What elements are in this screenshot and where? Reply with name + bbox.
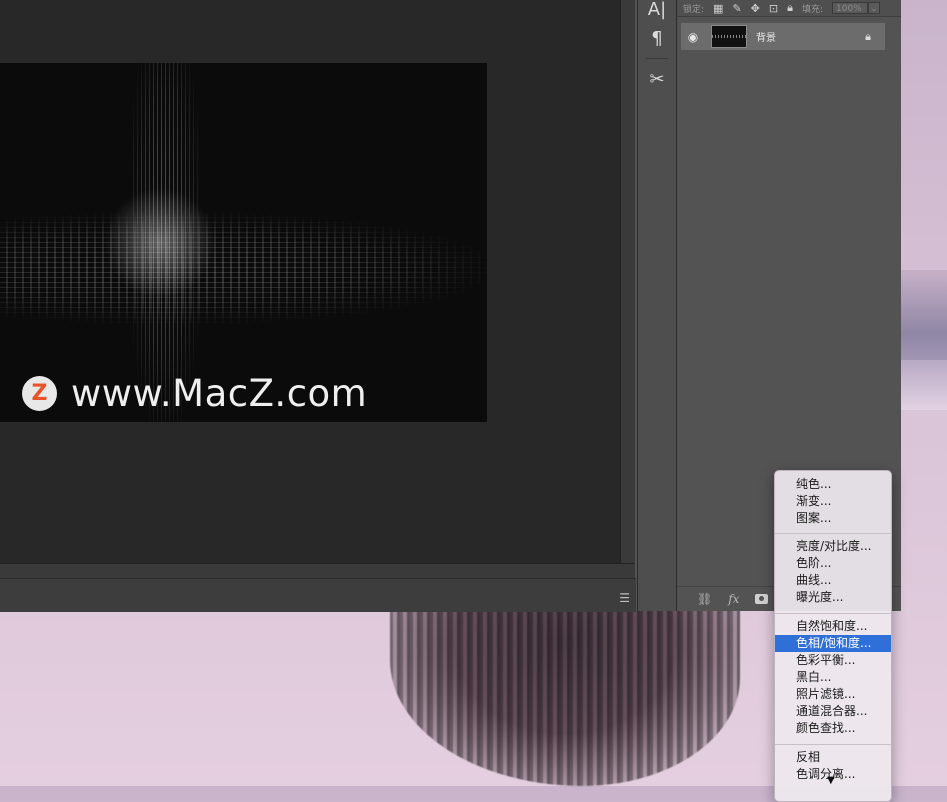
document-vertical-scrollbar[interactable] [620,0,635,578]
layer-thumbnail [711,25,747,48]
menu-separator [775,613,891,614]
layer-name[interactable]: 背景 [756,29,865,44]
add-mask-icon[interactable] [755,594,769,604]
paragraph-panel-button[interactable]: ¶ [638,25,676,51]
watermark: Z www.MacZ.com [22,371,368,415]
menu-item[interactable]: 渐变... [775,493,891,510]
document-horizontal-scrollbar[interactable] [0,563,634,579]
panel-tool-column: A| ¶ ✂ [637,0,677,611]
menu-separator [775,533,891,534]
image-horizontal-streaks [0,213,487,323]
document-area: Z www.MacZ.com [0,0,620,563]
menu-item[interactable]: 色彩平衡... [775,652,891,669]
menu-item[interactable]: 纯色... [775,476,891,493]
character-panel-button[interactable]: A| [638,0,676,22]
fill-dropdown-icon[interactable]: ⌄ [868,2,881,14]
watermark-text: www.MacZ.com [71,371,368,415]
lock-row: 锁定: ▦ ✎ ✥ ⊡ 🔒︎ 填充: 100% ⌄ [677,0,901,17]
menu-item[interactable]: 黑白... [775,669,891,686]
menu-item[interactable]: 色阶... [775,555,891,572]
lock-position-move-icon[interactable]: ✥ [751,2,760,15]
fill-input[interactable]: 100% [832,2,869,14]
lock-label: 锁定: [683,4,705,15]
adjustment-layer-menu: 色调分离... 反相 颜色查找... 通道混合器... 照片滤镜... 黑白... 色彩平衡… [774,470,892,802]
layer-lock-icon: 🔒︎ [865,29,871,43]
menu-separator [775,744,891,745]
link-layers-icon[interactable]: ⛓ [697,592,712,606]
menu-item[interactable]: 颜色查找... [775,720,891,737]
lock-transparent-icon[interactable]: ▦ [713,2,723,15]
watermark-logo-icon: Z [22,375,57,411]
image-center-glow [100,183,220,303]
document-status-bar: ☰ [0,578,636,612]
menu-item[interactable]: 反相 [775,749,891,766]
desktop-rock [390,606,740,786]
eye-visibility-icon[interactable]: ◉ [681,30,705,44]
menu-item[interactable]: 照片滤镜... [775,686,891,703]
tool-separator [646,58,668,59]
lock-image-brush-icon[interactable]: ✎ [732,2,741,15]
lock-artboard-icon[interactable]: ⊡ [769,2,778,15]
menu-item[interactable]: 色相/饱和度... [775,635,891,652]
canvas-image[interactable] [0,63,487,422]
menu-item[interactable]: 亮度/对比度... [775,538,891,555]
menu-item[interactable]: 通道混合器... [775,703,891,720]
menu-item[interactable]: 自然饱和度... [775,618,891,635]
menu-item[interactable]: 曲线... [775,572,891,589]
menu-item[interactable]: 曝光度... [775,589,891,606]
lock-all-icon[interactable]: 🔒︎ [787,1,793,15]
layer-row[interactable]: ◉ 背景 🔒︎ [681,23,885,50]
menu-item[interactable]: 图案... [775,510,891,527]
menu-scroll-down-icon[interactable]: ▼ [827,775,835,786]
photoshop-window: Z www.MacZ.com ☰ A| ¶ ✂ 锁定: ▦ ✎ ✥ ⊡ 🔒︎ 填… [0,0,901,612]
fill-label: 填充: [801,4,824,15]
status-menu-icon[interactable]: ☰ [619,591,630,605]
desktop-lake [900,360,947,410]
fx-icon[interactable]: fx [728,592,739,606]
tool-presets-button[interactable]: ✂ [638,66,676,92]
